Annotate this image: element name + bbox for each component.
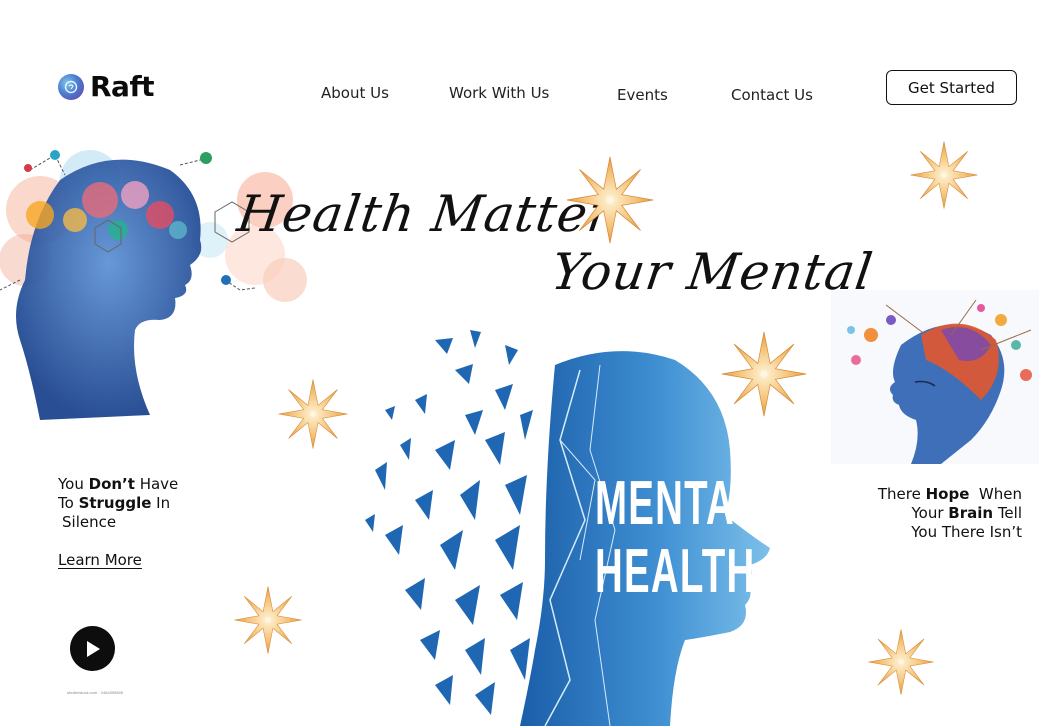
- headline-line-2: Your Mental: [547, 243, 877, 301]
- tagline-text: When: [969, 485, 1022, 503]
- get-started-button[interactable]: Get Started: [886, 70, 1017, 105]
- tagline-text: To: [58, 494, 79, 512]
- tagline-bold: Brain: [948, 504, 994, 522]
- brand-logo[interactable]: Raft: [58, 70, 155, 103]
- center-image-text-1: MENTAL: [595, 469, 760, 538]
- tagline-text: Silence: [62, 513, 117, 531]
- tagline-bold: Hope: [925, 485, 970, 503]
- play-button[interactable]: [70, 626, 115, 671]
- star-icon: [862, 628, 940, 696]
- tagline-bold: Struggle: [78, 494, 152, 512]
- left-tagline: You Don’t Have To Struggle In Silence: [58, 475, 178, 532]
- play-icon: [86, 640, 100, 657]
- star-icon: [230, 585, 306, 655]
- tagline-bold: Don’t: [88, 475, 135, 493]
- tagline-text: There: [877, 485, 926, 503]
- tagline-text: In: [151, 494, 171, 512]
- nav-about-us[interactable]: About Us: [321, 84, 389, 102]
- tagline-text: Have: [134, 475, 179, 493]
- nav-contact-us[interactable]: Contact Us: [731, 86, 813, 104]
- tagline-text: You: [58, 475, 89, 493]
- right-tagline: There Hope When Your Brain Tell You Ther…: [860, 485, 1022, 542]
- tagline-text: Tell: [993, 504, 1022, 522]
- flower-head-illustration: [831, 290, 1039, 464]
- tagline-text: Your: [911, 504, 949, 522]
- center-image-text-2: HEALTH: [595, 537, 756, 606]
- star-icon: [565, 155, 655, 245]
- tagline-text: You There Isn’t: [911, 523, 1022, 541]
- nav-work-with-us[interactable]: Work With Us: [449, 84, 549, 102]
- image-credit: shutterstock.com · 2464399805: [67, 690, 124, 695]
- brand-name: Raft: [90, 70, 155, 103]
- star-icon: [720, 330, 808, 418]
- star-icon: [905, 140, 983, 210]
- brain-logo-icon: [58, 73, 84, 100]
- nav-events[interactable]: Events: [617, 86, 668, 104]
- headline-line-1: Health Matter: [233, 185, 617, 243]
- learn-more-link[interactable]: Learn More: [58, 551, 142, 569]
- star-icon: [275, 378, 351, 450]
